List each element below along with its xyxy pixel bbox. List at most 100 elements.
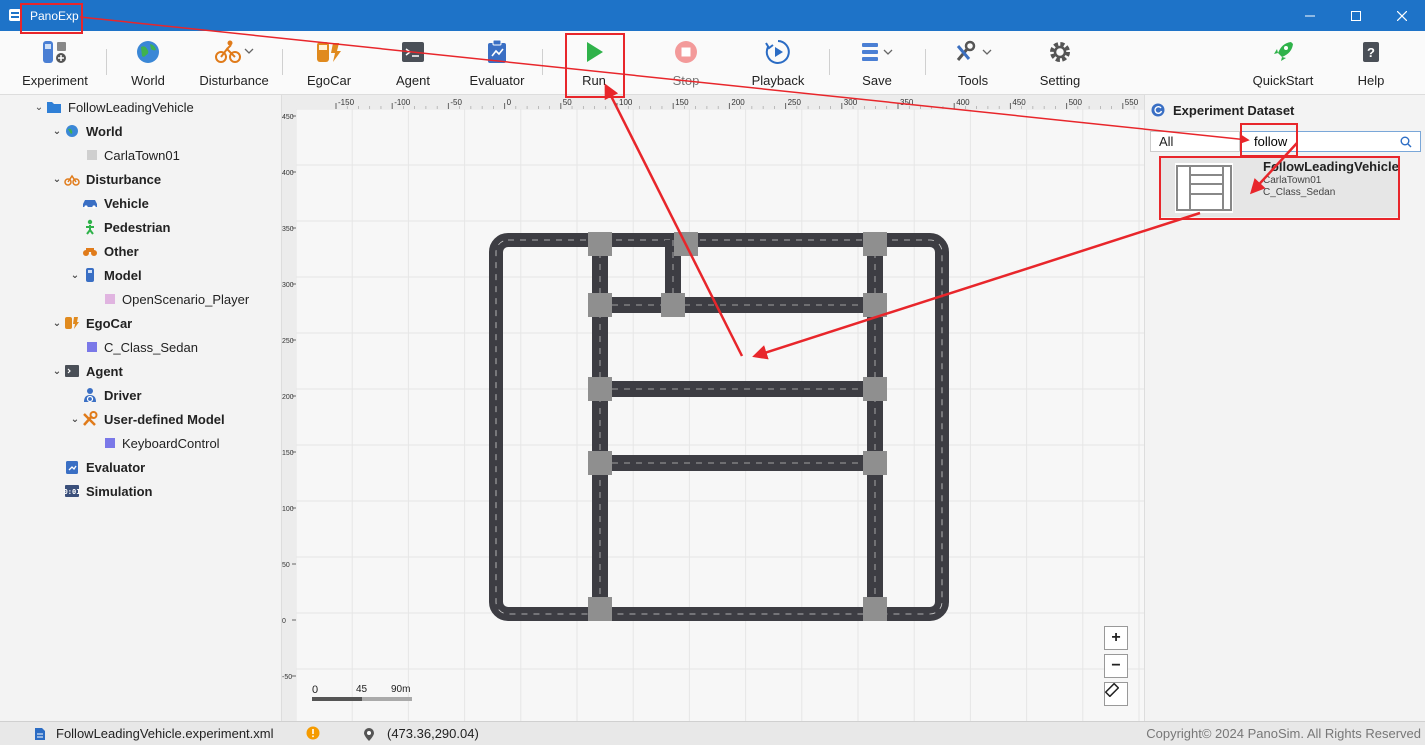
- experiment-dataset-panel: Experiment Dataset All FollowLeadingVehi…: [1144, 95, 1425, 721]
- search-icon[interactable]: [1400, 136, 1412, 148]
- chevron-down-icon[interactable]: ⌄: [50, 366, 64, 377]
- tree-node-label: Model: [104, 267, 142, 283]
- minimize-icon: [1305, 15, 1315, 16]
- tree-node-egocar[interactable]: ⌄ EgoCar: [50, 313, 132, 333]
- x-tick-label: 550: [1125, 98, 1139, 107]
- save-icon: [862, 43, 893, 61]
- vehicle-color-swatch: [87, 342, 97, 352]
- x-tick-label: 450: [1012, 98, 1026, 107]
- model-icon: [86, 268, 94, 282]
- dataset-search-input[interactable]: [1254, 134, 1394, 149]
- tree-node-c-class-sedan[interactable]: C_Class_Sedan: [84, 337, 198, 357]
- tools-button[interactable]: Tools: [945, 31, 1001, 95]
- help-label: Help: [1357, 73, 1385, 88]
- tree-node-keyboardcontrol[interactable]: KeyboardControl: [102, 433, 220, 453]
- y-tick-label: 100: [282, 506, 294, 513]
- playback-label: Playback: [751, 73, 805, 88]
- egocar-icon: [65, 317, 79, 329]
- evaluator-icon: [488, 39, 506, 63]
- status-file: FollowLeadingVehicle.experiment.xml: [34, 726, 274, 741]
- tree-node-user-defined-model[interactable]: ⌄ User-defined Model: [68, 409, 225, 429]
- evaluator-button[interactable]: Evaluator: [462, 31, 532, 95]
- junction: [863, 377, 887, 401]
- left-ruler: [282, 95, 296, 721]
- junction: [588, 232, 612, 256]
- chevron-down-icon[interactable]: ⌄: [32, 102, 46, 113]
- tree-node-driver[interactable]: Driver: [82, 385, 142, 405]
- maximize-button[interactable]: [1333, 0, 1379, 31]
- x-tick-label: 400: [956, 98, 970, 107]
- save-button[interactable]: Save: [852, 31, 902, 95]
- zoom-out-button[interactable]: −: [1104, 654, 1128, 678]
- globe-icon: [137, 41, 159, 63]
- car-icon: [83, 200, 97, 209]
- warning-indicator[interactable]: [306, 726, 320, 740]
- dataset-search-box[interactable]: [1241, 131, 1421, 152]
- help-icon: ?: [1363, 42, 1379, 62]
- tree-node-model[interactable]: ⌄ Model: [68, 265, 142, 285]
- y-tick-label: 250: [282, 338, 294, 345]
- agent-button[interactable]: Agent: [384, 31, 442, 95]
- tree-node-label: World: [86, 123, 123, 139]
- toolbar-separator: [106, 49, 107, 75]
- help-button[interactable]: ? Help: [1350, 31, 1392, 95]
- quickstart-button[interactable]: QuickStart: [1250, 31, 1316, 95]
- junction: [863, 232, 887, 256]
- stop-button[interactable]: Stop: [662, 31, 710, 95]
- globe-icon: [66, 125, 78, 137]
- chevron-down-icon[interactable]: ⌄: [68, 414, 82, 425]
- chevron-down-icon[interactable]: ⌄: [50, 126, 64, 137]
- map-view[interactable]: -150 -100 -50 0 50 100 150 200 250 300 350 400 450 50…: [282, 95, 1144, 721]
- map-canvas[interactable]: -150 -100 -50 0 50 100 150 200 250 300 350 400 450 50…: [282, 95, 1144, 721]
- dataset-card[interactable]: FollowLeadingVehicle CarlaTown01 C_Class…: [1161, 157, 1399, 217]
- disturbance-button[interactable]: Disturbance: [196, 31, 272, 95]
- tree-node-evaluator[interactable]: Evaluator: [64, 457, 145, 477]
- dataset-filter-dropdown[interactable]: All: [1150, 131, 1240, 152]
- driver-icon: [84, 388, 96, 403]
- playback-button[interactable]: Playback: [748, 31, 808, 95]
- tree-node-agent[interactable]: ⌄ Agent: [50, 361, 123, 381]
- svg-text:?: ?: [1367, 45, 1375, 60]
- y-tick-label: 50: [282, 562, 290, 569]
- tools-icon: [956, 40, 992, 61]
- tree-node-carlatown01[interactable]: CarlaTown01: [84, 145, 180, 165]
- close-button[interactable]: [1379, 0, 1425, 31]
- run-button[interactable]: Run: [570, 31, 618, 95]
- playback-icon: [765, 40, 790, 64]
- tree-node-vehicle[interactable]: Vehicle: [82, 193, 149, 213]
- tree-root[interactable]: ⌄ FollowLeadingVehicle: [32, 97, 194, 117]
- tree-node-label: KeyboardControl: [122, 435, 220, 451]
- egocar-button[interactable]: EgoCar: [300, 31, 358, 95]
- minimize-button[interactable]: [1287, 0, 1333, 31]
- agent-icon: [65, 365, 79, 377]
- tree-node-disturbance[interactable]: ⌄ Disturbance: [50, 169, 161, 189]
- world-button[interactable]: World: [120, 31, 176, 95]
- run-label: Run: [582, 73, 606, 88]
- setting-label: Setting: [1039, 73, 1081, 88]
- chevron-down-icon[interactable]: ⌄: [68, 270, 82, 281]
- play-icon: [587, 42, 603, 62]
- setting-button[interactable]: Setting: [1034, 31, 1086, 95]
- chevron-down-icon[interactable]: ⌄: [50, 318, 64, 329]
- zoom-in-button[interactable]: +: [1104, 626, 1128, 650]
- location-pin-icon: [364, 727, 374, 741]
- tree-node-label: User-defined Model: [104, 411, 225, 427]
- simulation-icon: 0:01: [64, 485, 80, 497]
- tree-node-pedestrian[interactable]: Pedestrian: [82, 217, 170, 237]
- main-toolbar: Experiment World Disturbance EgoCar Agen…: [0, 31, 1425, 95]
- junction: [863, 597, 887, 621]
- experiment-button[interactable]: Experiment: [20, 31, 90, 95]
- measure-button[interactable]: [1104, 682, 1128, 706]
- warning-icon: [306, 726, 320, 740]
- card-vehicle: C_Class_Sedan: [1263, 187, 1336, 198]
- model-color-swatch: [105, 294, 115, 304]
- tree-node-simulation[interactable]: 0:01 Simulation: [64, 481, 152, 501]
- tree-node-openscenario-player[interactable]: OpenScenario_Player: [102, 289, 249, 309]
- x-tick-label: 350: [900, 98, 914, 107]
- junction: [588, 293, 612, 317]
- tree-node-world[interactable]: ⌄ World: [50, 121, 123, 141]
- chevron-down-icon[interactable]: ⌄: [50, 174, 64, 185]
- tree-node-other[interactable]: Other: [82, 241, 139, 261]
- refresh-icon[interactable]: [1151, 103, 1165, 117]
- scale-label-90: 90m: [391, 684, 410, 695]
